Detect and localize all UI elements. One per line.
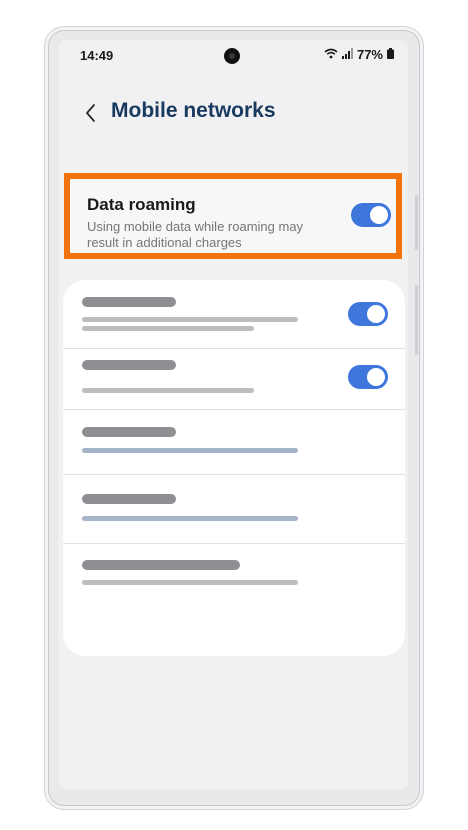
status-icons: 77%	[324, 47, 394, 62]
row-toggle[interactable]	[348, 302, 388, 326]
data-roaming-description: Using mobile data while roaming may resu…	[87, 219, 304, 250]
data-roaming-setting[interactable]: Data roaming Using mobile data while roa…	[64, 173, 402, 259]
placeholder-subtitle	[82, 326, 254, 331]
status-time: 14:49	[80, 48, 114, 63]
screen: 14:49 77% Mobile networks Data roaming U…	[58, 40, 408, 790]
data-roaming-toggle[interactable]	[351, 203, 391, 227]
wifi-icon	[324, 47, 338, 62]
toggle-knob	[370, 206, 388, 224]
placeholder-title	[82, 427, 176, 437]
list-item[interactable]	[63, 410, 405, 474]
placeholder-title	[82, 560, 240, 570]
list-item[interactable]	[63, 475, 405, 543]
status-bar: 14:49 77%	[58, 40, 408, 70]
list-item[interactable]	[63, 544, 405, 614]
toggle-knob	[367, 305, 385, 323]
toggle-knob	[367, 368, 385, 386]
placeholder-title	[82, 494, 176, 504]
settings-list	[63, 280, 405, 656]
placeholder-title	[82, 297, 176, 307]
row-toggle[interactable]	[348, 365, 388, 389]
placeholder-subtitle	[82, 516, 298, 521]
placeholder-title	[82, 360, 176, 370]
placeholder-subtitle	[82, 317, 298, 322]
front-camera	[224, 48, 240, 64]
list-item[interactable]	[63, 280, 405, 348]
app-header: Mobile networks	[58, 95, 408, 135]
page-title: Mobile networks	[111, 99, 276, 122]
placeholder-subtitle	[82, 448, 298, 453]
placeholder-subtitle	[82, 580, 298, 585]
placeholder-subtitle	[82, 388, 254, 393]
power-button	[415, 285, 418, 355]
chevron-left-icon[interactable]	[80, 101, 104, 125]
signal-icon	[341, 47, 353, 62]
volume-button	[415, 195, 418, 250]
battery-level: 77%	[356, 47, 383, 62]
data-roaming-label: Data roaming	[87, 195, 196, 214]
battery-icon	[387, 47, 394, 62]
list-item[interactable]	[63, 349, 405, 409]
